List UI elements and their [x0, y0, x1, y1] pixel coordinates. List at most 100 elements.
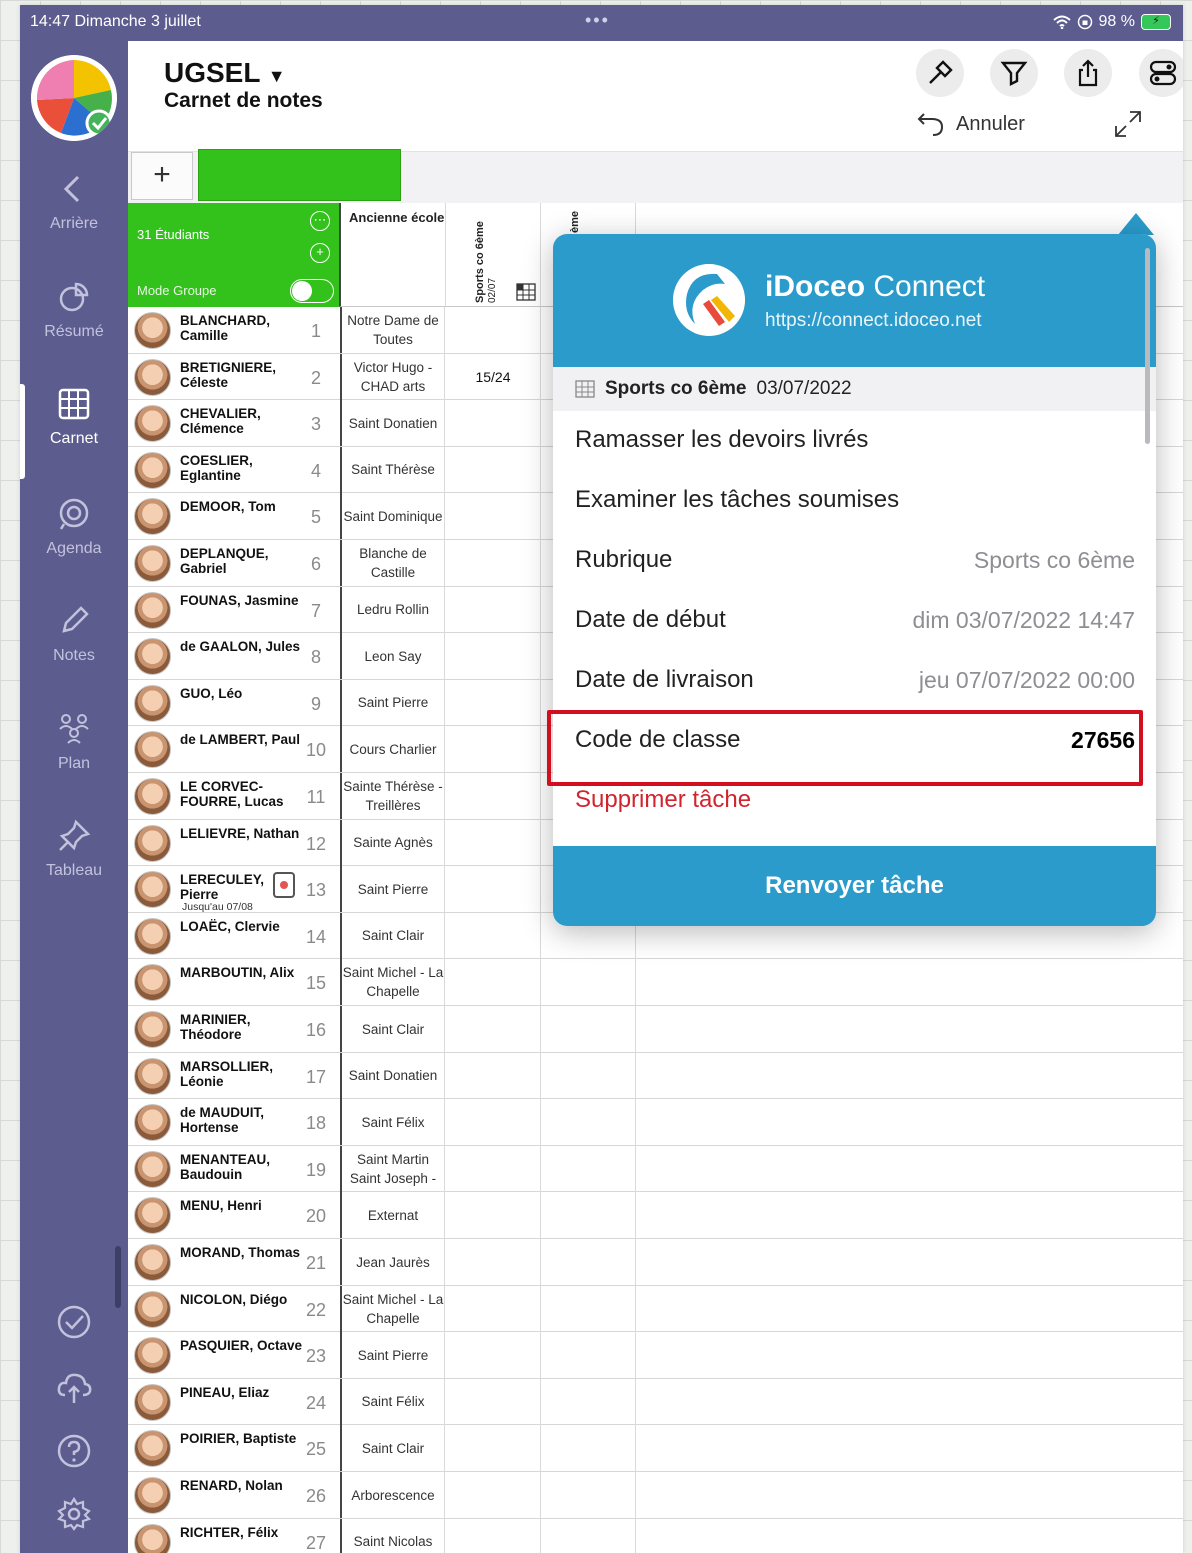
sidebar-scrollbar[interactable]: [115, 1246, 121, 1308]
collect-homework-action[interactable]: Ramasser les devoirs livrés: [575, 412, 1135, 468]
table-row[interactable]: RENARD, Nolan 26 Arborescence: [128, 1472, 1183, 1519]
filter-button[interactable]: [990, 49, 1038, 97]
medical-clipboard-icon[interactable]: [273, 872, 295, 899]
school-cell[interactable]: Externat: [340, 1192, 445, 1239]
school-cell[interactable]: Saint Michel - La Chapelle: [340, 959, 445, 1006]
gear-icon[interactable]: [56, 1496, 92, 1532]
due-date-row[interactable]: Date de livraison jeu 07/07/2022 00:00: [575, 652, 1135, 708]
student-name[interactable]: NICOLON, Diégo: [180, 1292, 304, 1307]
avatar[interactable]: [134, 405, 171, 443]
table-row[interactable]: MENANTEAU, Baudouin 19 Saint Martin Saint …: [128, 1145, 1183, 1193]
avatar[interactable]: [134, 1057, 171, 1095]
grade-cell-empty[interactable]: [541, 1192, 636, 1239]
school-cell[interactable]: Leon Say: [340, 633, 445, 680]
group-mode-toggle[interactable]: [290, 279, 334, 303]
table-row[interactable]: MARBOUTIN, Alix 15 Saint Michel - La Chape…: [128, 959, 1183, 1006]
school-cell[interactable]: Saint Donatien: [340, 400, 445, 447]
school-cell[interactable]: Jean Jaurès: [340, 1239, 445, 1285]
grade-cell[interactable]: [446, 1052, 541, 1099]
col-header-sports[interactable]: Sports co 6ème 02/07: [446, 203, 541, 307]
grade-cell[interactable]: [446, 1332, 541, 1379]
grade-cell[interactable]: [446, 540, 541, 586]
school-cell[interactable]: Saint Clair: [340, 912, 445, 959]
grade-cell[interactable]: [446, 1378, 541, 1425]
table-row[interactable]: PASQUIER, Octave 23 Saint Pierre: [128, 1332, 1183, 1379]
table-row[interactable]: NICOLON, Diégo 22 Saint Michel - La Chapel…: [128, 1285, 1183, 1333]
table-row[interactable]: PINEAU, Eliaz 24 Saint Félix: [128, 1378, 1183, 1426]
school-cell[interactable]: Saint Félix: [340, 1099, 445, 1146]
grade-cell[interactable]: [446, 726, 541, 773]
student-name[interactable]: RENARD, Nolan: [180, 1478, 304, 1493]
grade-cell-empty[interactable]: [541, 1378, 636, 1425]
avatar[interactable]: [134, 591, 171, 629]
more-icon[interactable]: ⋯: [310, 211, 330, 231]
student-name[interactable]: MARSOLLIER, Léonie: [180, 1059, 304, 1089]
grade-cell-empty[interactable]: [541, 1518, 636, 1553]
cloud-sync-icon[interactable]: [56, 1369, 92, 1405]
rubric-row[interactable]: Rubrique Sports co 6ème: [575, 532, 1135, 588]
school-cell[interactable]: Sainte Thérèse - Treillères: [340, 773, 445, 819]
add-tab-button[interactable]: +: [131, 152, 193, 200]
avatar[interactable]: [134, 1011, 171, 1048]
grade-cell-empty[interactable]: [541, 1145, 636, 1192]
grade-cell-empty[interactable]: [541, 1006, 636, 1052]
avatar[interactable]: [134, 1104, 171, 1142]
start-date-row[interactable]: Date de début dim 03/07/2022 14:47: [575, 592, 1135, 648]
student-name[interactable]: de GAALON, Jules: [180, 639, 304, 654]
student-name[interactable]: GUO, Léo: [180, 686, 304, 701]
avatar[interactable]: [134, 1430, 171, 1468]
grade-cell-empty[interactable]: [541, 1099, 636, 1146]
review-submissions-action[interactable]: Examiner les tâches soumises: [575, 472, 1135, 528]
grade-cell[interactable]: [446, 586, 541, 633]
class-selector[interactable]: UGSEL ▼: [164, 57, 286, 89]
school-cell[interactable]: Saint Dominique: [340, 493, 445, 540]
grade-cell-empty[interactable]: [541, 1332, 636, 1379]
student-name[interactable]: MENANTEAU, Baudouin: [180, 1152, 304, 1182]
student-name[interactable]: DEPLANQUE, Gabriel: [180, 546, 304, 576]
tools-button[interactable]: [916, 49, 964, 97]
grade-cell-empty[interactable]: [541, 1472, 636, 1518]
check-circle-icon[interactable]: [56, 1304, 92, 1340]
school-cell[interactable]: Victor Hugo - CHAD arts: [340, 353, 445, 400]
school-cell[interactable]: Saint Félix: [340, 1378, 445, 1425]
student-name[interactable]: FOUNAS, Jasmine: [180, 593, 304, 608]
sidebar-item-summary[interactable]: Résumé: [20, 279, 128, 341]
school-cell[interactable]: Cours Charlier: [340, 726, 445, 773]
school-cell[interactable]: Saint Michel - La Chapelle: [340, 1285, 445, 1332]
student-name[interactable]: COESLIER, Eglantine: [180, 453, 304, 483]
sidebar-item-notes[interactable]: Notes: [20, 603, 128, 665]
grade-cell[interactable]: [446, 912, 541, 959]
add-circle-icon[interactable]: +: [310, 243, 330, 263]
grade-cell[interactable]: [446, 446, 541, 493]
avatar[interactable]: [134, 638, 171, 676]
grade-cell[interactable]: [446, 1099, 541, 1146]
student-name[interactable]: BLANCHARD, Camille: [180, 313, 304, 343]
student-name[interactable]: BRETIGNIERE, Céleste: [180, 360, 304, 390]
student-name[interactable]: CHEVALIER, Clémence: [180, 406, 304, 436]
grade-cell[interactable]: [446, 1239, 541, 1285]
student-name[interactable]: MORAND, Thomas: [180, 1245, 304, 1260]
student-name[interactable]: POIRIER, Baptiste: [180, 1431, 304, 1446]
school-cell[interactable]: Saint Clair: [340, 1425, 445, 1472]
grade-cell[interactable]: [446, 307, 541, 353]
grade-cell[interactable]: [446, 1472, 541, 1518]
avatar[interactable]: [134, 871, 171, 909]
avatar[interactable]: [134, 1150, 171, 1188]
school-cell[interactable]: Saint Clair: [340, 1006, 445, 1052]
table-row[interactable]: MARSOLLIER, Léonie 17 Saint Donatien: [128, 1052, 1183, 1100]
grade-cell[interactable]: [446, 633, 541, 680]
avatar[interactable]: [134, 1383, 171, 1421]
student-name[interactable]: PASQUIER, Octave: [180, 1338, 304, 1353]
grade-cell[interactable]: [446, 866, 541, 913]
help-icon[interactable]: [56, 1433, 92, 1469]
grade-cell[interactable]: [446, 1006, 541, 1052]
avatar[interactable]: [134, 1197, 171, 1235]
table-row[interactable]: POIRIER, Baptiste 25 Saint Clair: [128, 1425, 1183, 1472]
grade-cell-empty[interactable]: [541, 959, 636, 1006]
popover-scrollbar[interactable]: [1145, 248, 1150, 444]
grade-cell[interactable]: [446, 493, 541, 540]
avatar[interactable]: [134, 1244, 171, 1281]
school-cell[interactable]: Saint Pierre: [340, 679, 445, 726]
connect-url[interactable]: https://connect.idoceo.net: [765, 310, 982, 332]
avatar[interactable]: [134, 1290, 171, 1328]
